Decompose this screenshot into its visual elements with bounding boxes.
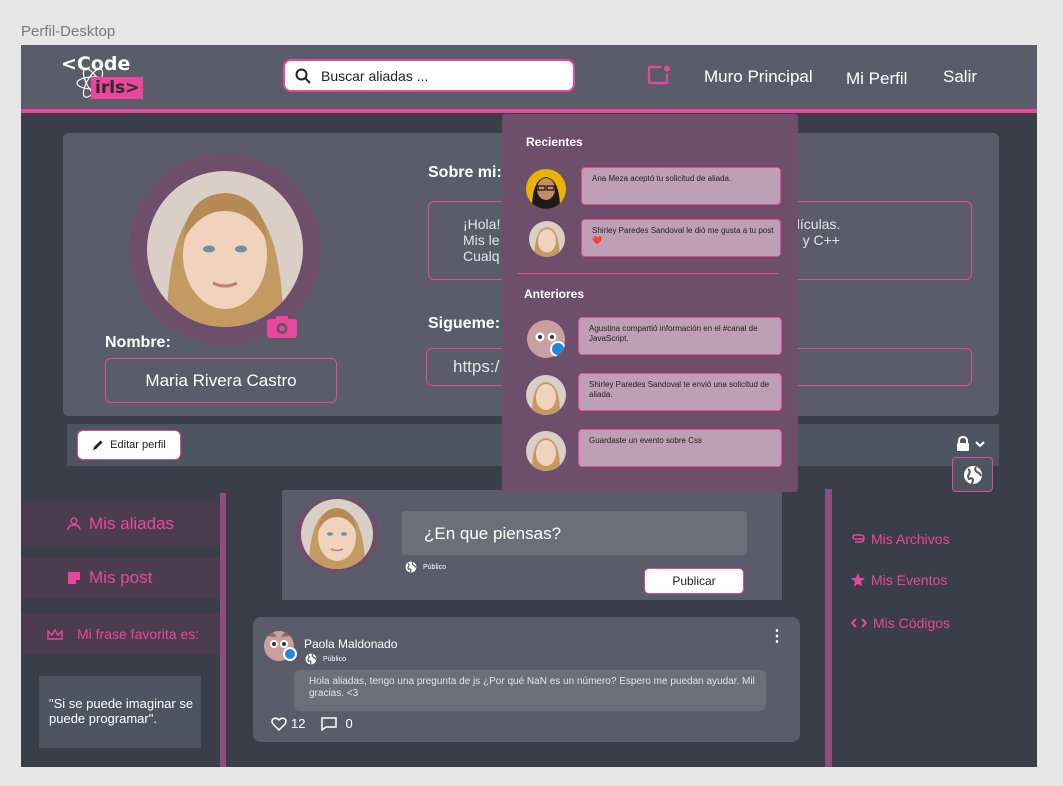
composer-privacy[interactable]: Público [405, 561, 446, 573]
notification-divider [517, 273, 778, 274]
sidebar-item-mis-codigos[interactable]: Mis Códigos [851, 615, 950, 631]
user-icon [67, 517, 81, 531]
post-author-avatar[interactable] [263, 630, 297, 662]
notification-icon[interactable] [647, 65, 671, 85]
star-icon [851, 573, 865, 587]
sidebar-item-label: Mi frase favorita es: [77, 626, 200, 642]
comment-count: 0 [345, 716, 353, 731]
public-visibility-button[interactable] [952, 457, 993, 492]
top-header: <Code irls> Muro Principal Mi Perfil Sal… [21, 45, 1037, 113]
older-heading: Anteriores [524, 287, 585, 301]
sidebar-item-label: Mis Códigos [873, 615, 951, 631]
chevron-down-icon [975, 441, 985, 448]
sidebar-item-mis-archivos[interactable]: Mis Archivos [851, 531, 950, 547]
notification-avatar [526, 375, 566, 415]
app-frame: <Code irls> Muro Principal Mi Perfil Sal… [21, 45, 1037, 767]
post-body: Hola aliadas, tengo una pregunta de js ¿… [294, 670, 766, 711]
lock-icon [957, 436, 969, 451]
privacy-dropdown[interactable] [955, 436, 985, 452]
code-icon [851, 618, 867, 628]
right-divider [825, 489, 832, 767]
globe-icon [405, 561, 417, 573]
notification-item[interactable]: Shirley Paredes Sandoval le dió me gusta… [502, 219, 798, 263]
favorite-quote: "Si se puede imaginar se puede programar… [39, 676, 201, 748]
post-author-name[interactable]: Paola Maldonado [304, 637, 397, 651]
sidebar-item-label: Mis Archivos [871, 531, 950, 547]
search-icon [295, 68, 311, 84]
sidebar-item-mis-eventos[interactable]: Mis Eventos [851, 572, 947, 588]
logo-girls-text: irls> [91, 77, 144, 99]
notification-text: Shirley Paredes Sandoval le dió me gusta… [581, 219, 781, 257]
post-reactions: 12 0 [271, 716, 353, 731]
profile-avatar [147, 171, 303, 327]
globe-icon [963, 465, 982, 484]
notification-avatar [529, 221, 565, 257]
composer-avatar [301, 499, 373, 569]
notification-text: Agustina compartió información en el #ca… [578, 317, 782, 355]
follow-label: Sigueme: [428, 315, 501, 332]
crown-icon [47, 628, 63, 640]
notification-avatar [527, 320, 566, 358]
post-card: Paola Maldonado Público ⋮ Hola aliadas, … [253, 617, 800, 742]
recent-heading: Recientes [526, 135, 583, 149]
name-field[interactable]: Maria Rivera Castro [105, 358, 337, 403]
nav-salir[interactable]: Salir [943, 67, 977, 87]
code-girls-logo[interactable]: <Code irls> [61, 53, 171, 107]
sidebar-item-label: Mis aliadas [89, 514, 175, 533]
nav-mi-perfil[interactable]: Mi Perfil [846, 69, 907, 89]
publish-button[interactable]: Publicar [644, 568, 744, 594]
globe-icon [305, 653, 317, 665]
notification-item[interactable]: Ana Meza aceptó tu solicitud de aliada. [502, 167, 798, 211]
camera-icon[interactable] [267, 316, 297, 338]
comment-icon[interactable] [321, 716, 338, 731]
notification-avatar [526, 431, 566, 471]
privacy-label: Público [323, 655, 346, 663]
more-options-icon[interactable]: ⋮ [769, 626, 785, 646]
sidebar-item-label: Mis post [89, 568, 153, 587]
pencil-icon [93, 440, 103, 450]
sidebar-item-frase-favorita[interactable]: Mi frase favorita es: [21, 613, 220, 655]
composer-input[interactable]: ¿En que piensas? [402, 511, 747, 555]
note-icon [68, 572, 80, 584]
like-count: 12 [291, 716, 306, 731]
paperclip-icon [852, 534, 865, 543]
notification-text: Guardaste un evento sobre Css [578, 429, 782, 467]
notification-item[interactable]: Shirley Paredes Sandoval te envió una so… [502, 373, 798, 417]
notification-avatar [526, 169, 566, 209]
name-label: Nombre: [105, 334, 171, 351]
edit-profile-label: Editar perfil [110, 439, 166, 451]
post-privacy: Público [305, 653, 346, 665]
left-divider [220, 493, 226, 767]
sidebar-item-mis-aliadas[interactable]: Mis aliadas [21, 503, 220, 545]
privacy-label: Público [423, 563, 446, 571]
edit-profile-button[interactable]: Editar perfil [77, 430, 181, 460]
frame-label: Perfil-Desktop [21, 23, 116, 40]
notification-item[interactable]: Guardaste un evento sobre Css [502, 429, 798, 473]
heart-icon[interactable] [271, 716, 287, 731]
notification-item[interactable]: Agustina compartió información en el #ca… [502, 317, 798, 361]
sidebar-item-label: Mis Eventos [871, 572, 948, 588]
search-input[interactable] [321, 67, 561, 84]
sidebar-item-mis-post[interactable]: Mis post [21, 557, 220, 599]
search-bar[interactable] [283, 59, 575, 92]
notification-text: Ana Meza aceptó tu solicitud de aliada. [581, 167, 781, 205]
nav-muro-principal[interactable]: Muro Principal [704, 67, 813, 87]
composer-avatar-ring [295, 496, 379, 572]
about-label: Sobre mi: [428, 164, 502, 181]
notifications-dropdown: Recientes Ana Meza aceptó tu solicitud d… [502, 114, 798, 492]
notification-text: Shirley Paredes Sandoval te envió una so… [578, 373, 782, 411]
post-composer: ¿En que piensas? Público Publicar [282, 490, 782, 600]
